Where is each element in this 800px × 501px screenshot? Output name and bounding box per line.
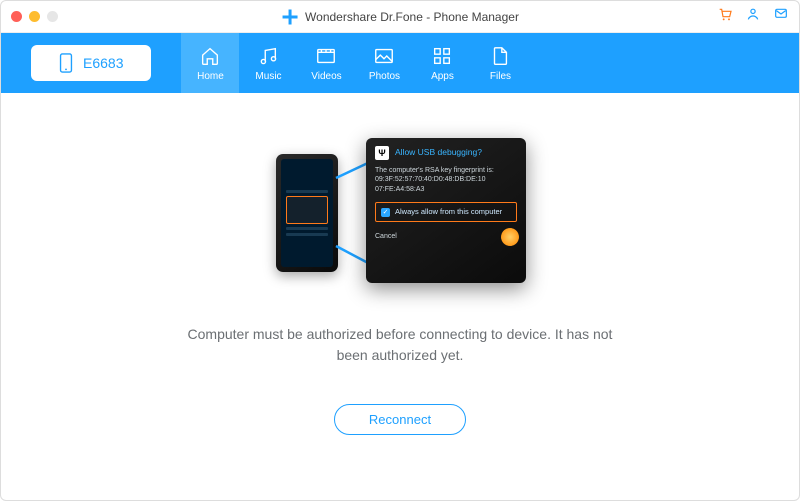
feedback-icon[interactable]	[773, 6, 789, 27]
close-window-button[interactable]	[11, 11, 22, 22]
window-controls	[11, 11, 58, 22]
photo-icon	[373, 45, 395, 67]
always-allow-label: Always allow from this computer	[395, 207, 502, 217]
phone-icon	[59, 53, 73, 73]
tab-apps[interactable]: Apps	[413, 33, 471, 93]
device-name: E6683	[83, 55, 123, 71]
titlebar: Wondershare Dr.Fone - Phone Manager	[1, 1, 799, 33]
video-icon	[315, 45, 337, 67]
apps-icon	[431, 45, 453, 67]
app-title-text: Wondershare Dr.Fone - Phone Manager	[305, 10, 519, 24]
home-icon	[199, 45, 221, 67]
navbar: E6683 Home Music Videos Photos Apps File…	[1, 33, 799, 93]
maximize-window-button[interactable]	[47, 11, 58, 22]
always-allow-row: ✓ Always allow from this computer	[375, 202, 517, 222]
tab-label: Files	[490, 71, 511, 82]
music-icon	[257, 45, 279, 67]
minimize-window-button[interactable]	[29, 11, 40, 22]
files-icon	[489, 45, 511, 67]
dialog-fingerprint-1: 09:3F:52:57:70:40:D0:48:DB:DE:10	[375, 175, 517, 184]
tab-label: Home	[197, 71, 224, 82]
tab-label: Photos	[369, 71, 400, 82]
phone-graphic	[276, 154, 338, 272]
tab-videos[interactable]: Videos	[297, 33, 355, 93]
tab-label: Music	[255, 71, 281, 82]
reconnect-button[interactable]: Reconnect	[334, 404, 466, 435]
user-icon[interactable]	[745, 6, 761, 27]
authorization-message: Computer must be authorized before conne…	[180, 324, 620, 366]
dialog-cancel: Cancel	[375, 232, 397, 241]
tab-label: Videos	[311, 71, 341, 82]
tab-label: Apps	[431, 71, 454, 82]
cart-icon[interactable]	[717, 6, 733, 27]
usb-debug-dialog-graphic: Ψ Allow USB debugging? The computer's RS…	[366, 138, 526, 283]
main-content: Ψ Allow USB debugging? The computer's RS…	[1, 93, 799, 435]
app-title: Wondershare Dr.Fone - Phone Manager	[281, 8, 519, 26]
nav-tabs: Home Music Videos Photos Apps Files	[181, 33, 529, 93]
tab-music[interactable]: Music	[239, 33, 297, 93]
device-selector[interactable]: E6683	[31, 45, 151, 81]
dialog-fingerprint-2: 07:FE:A4:58:A3	[375, 185, 517, 194]
tab-photos[interactable]: Photos	[355, 33, 413, 93]
tab-files[interactable]: Files	[471, 33, 529, 93]
title-actions	[717, 6, 789, 27]
check-icon: ✓	[381, 208, 390, 217]
authorization-illustration: Ψ Allow USB debugging? The computer's RS…	[270, 138, 530, 288]
dialog-body-text: The computer's RSA key fingerprint is:	[375, 166, 517, 175]
tap-indicator-icon	[501, 228, 519, 246]
tab-home[interactable]: Home	[181, 33, 239, 93]
app-logo-icon	[281, 8, 299, 26]
usb-icon: Ψ	[375, 146, 389, 160]
dialog-title: Allow USB debugging?	[395, 147, 482, 158]
